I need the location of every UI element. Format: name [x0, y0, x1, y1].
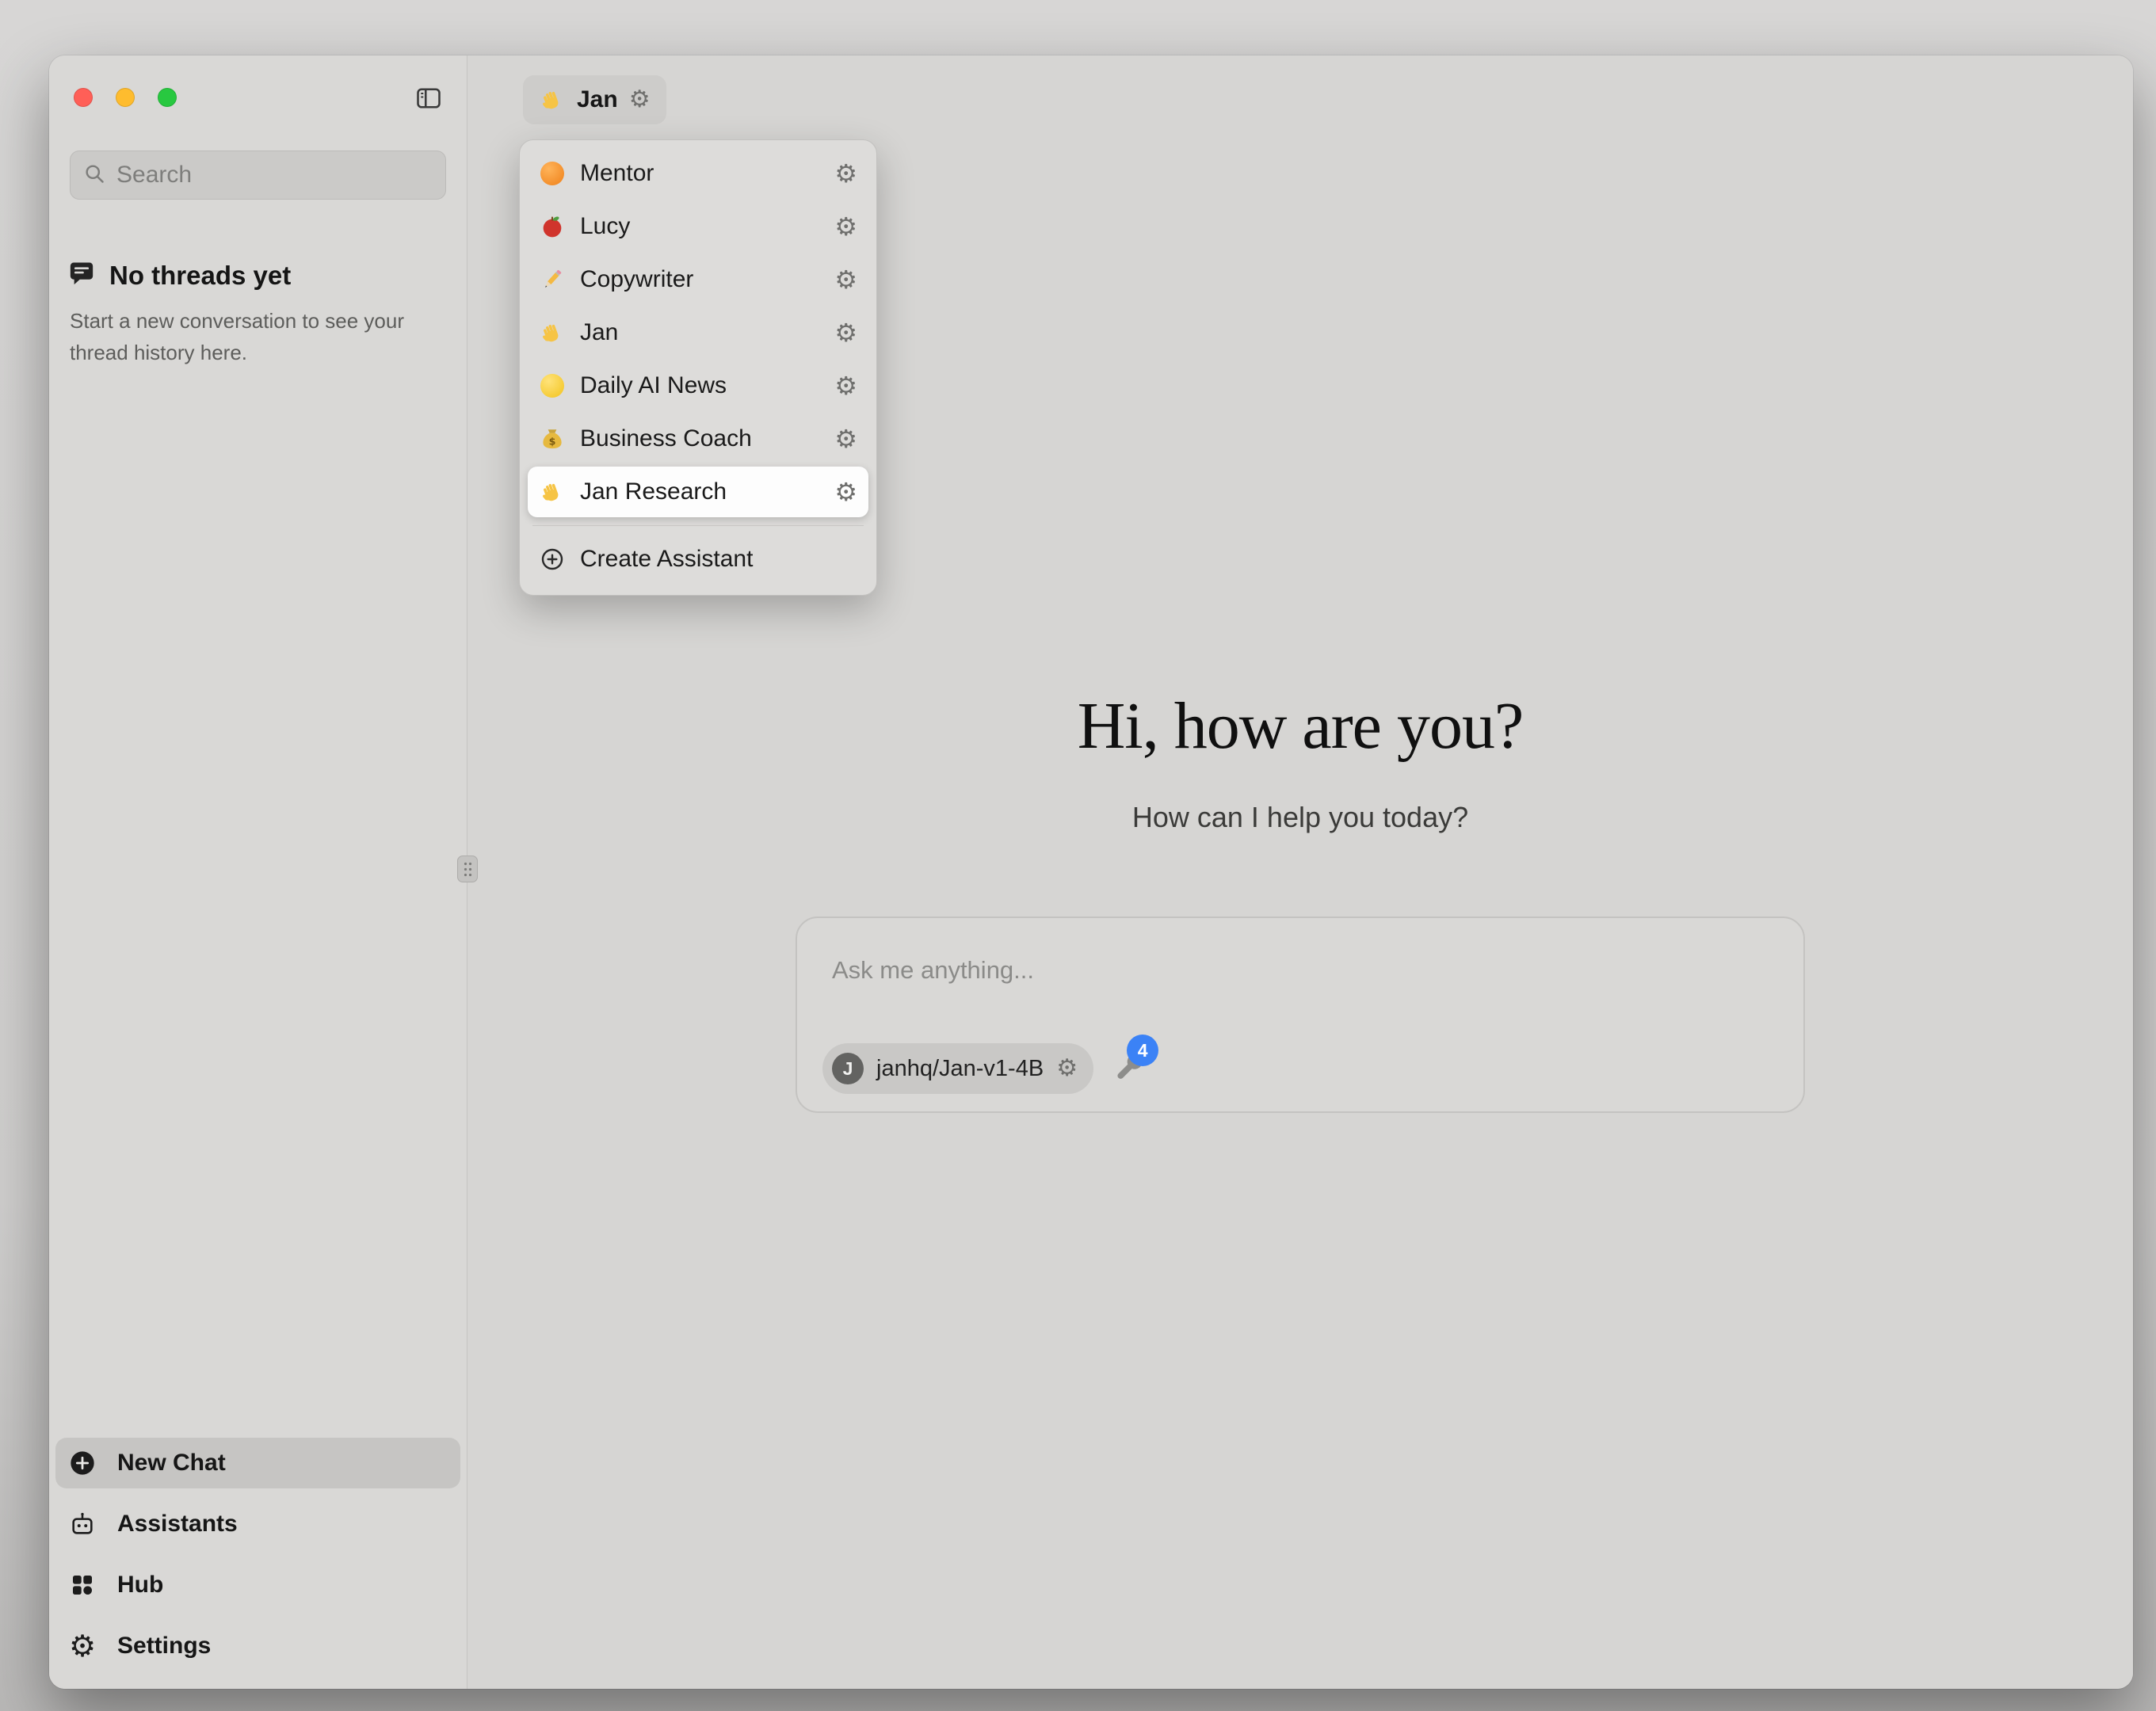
- model-name: janhq/Jan-v1-4B: [876, 1056, 1044, 1082]
- sidebar-item-label: Hub: [117, 1572, 163, 1599]
- sidebar-nav: New Chat Assistants: [49, 1438, 467, 1689]
- tools-count-badge: 4: [1127, 1035, 1158, 1066]
- menu-item-business-coach[interactable]: $ Business Coach ⚙: [528, 413, 868, 464]
- assistant-gear-icon[interactable]: ⚙: [834, 320, 857, 345]
- sidebar-item-hub[interactable]: Hub: [55, 1560, 460, 1610]
- close-window-button[interactable]: [74, 88, 93, 107]
- sidebar-toggle-button[interactable]: [411, 82, 446, 117]
- model-settings-gear-icon[interactable]: ⚙: [1056, 1057, 1078, 1080]
- minimize-window-button[interactable]: [116, 88, 135, 107]
- menu-item-label: Business Coach: [580, 425, 752, 452]
- sidebar-item-label: Assistants: [117, 1511, 238, 1538]
- menu-item-jan[interactable]: Jan ⚙: [528, 307, 868, 358]
- menu-item-label: Copywriter: [580, 266, 693, 293]
- yellow-circle-icon: [539, 372, 566, 399]
- tools-button[interactable]: 4: [1112, 1047, 1151, 1090]
- assistant-gear-icon[interactable]: ⚙: [834, 373, 857, 398]
- drag-dots-icon: [463, 861, 473, 878]
- greeting-title: Hi, how are you?: [467, 688, 2133, 764]
- assistant-gear-icon[interactable]: ⚙: [834, 479, 857, 505]
- svg-text:$: $: [549, 436, 556, 448]
- assistant-gear-icon[interactable]: ⚙: [834, 161, 857, 186]
- chat-main: Jan ⚙ Mentor ⚙ Lucy ⚙: [467, 55, 2133, 1689]
- menu-item-label: Mentor: [580, 160, 654, 187]
- sidebar: No threads yet Start a new conversation …: [49, 55, 467, 1689]
- sidebar-item-label: New Chat: [117, 1450, 226, 1477]
- sidebar-toggle-icon: [414, 84, 443, 116]
- menu-item-lucy[interactable]: Lucy ⚙: [528, 201, 868, 252]
- composer[interactable]: Ask me anything... J janhq/Jan-v1-4B ⚙ 4: [796, 916, 1805, 1113]
- sidebar-item-settings[interactable]: ⚙ Settings: [55, 1621, 460, 1671]
- menu-item-create-assistant[interactable]: Create Assistant: [528, 534, 868, 585]
- zoom-window-button[interactable]: [158, 88, 177, 107]
- money-bag-icon: $: [539, 425, 566, 452]
- menu-item-label: Lucy: [580, 213, 630, 240]
- threads-empty-title: No threads yet: [109, 261, 291, 291]
- assistant-gear-icon[interactable]: ⚙: [834, 267, 857, 292]
- menu-item-label: Jan: [580, 319, 618, 346]
- assistants-icon: [68, 1510, 97, 1538]
- apple-icon: [539, 213, 566, 240]
- model-avatar: J: [832, 1053, 864, 1084]
- active-assistant-name: Jan: [577, 86, 618, 113]
- menu-item-label: Create Assistant: [580, 546, 753, 573]
- menu-item-label: Jan Research: [580, 478, 727, 505]
- app-window: No threads yet Start a new conversation …: [49, 55, 2133, 1689]
- assistant-selector-button[interactable]: Jan ⚙: [523, 75, 666, 124]
- menu-item-daily-ai-news[interactable]: Daily AI News ⚙: [528, 360, 868, 411]
- menu-item-label: Daily AI News: [580, 372, 727, 399]
- assistant-gear-icon[interactable]: ⚙: [834, 214, 857, 239]
- hub-icon: [68, 1571, 97, 1599]
- assistant-gear-icon[interactable]: ⚙: [834, 426, 857, 452]
- search-field: [70, 151, 446, 200]
- menu-item-mentor[interactable]: Mentor ⚙: [528, 148, 868, 199]
- assistant-settings-gear-icon[interactable]: ⚙: [629, 88, 651, 112]
- search-icon: [83, 162, 105, 189]
- orange-circle-icon: [539, 160, 566, 187]
- greeting-subtitle: How can I help you today?: [467, 801, 2133, 834]
- waving-hand-icon: [539, 478, 566, 505]
- sidebar-item-assistants[interactable]: Assistants: [55, 1499, 460, 1549]
- threads-empty-state: No threads yet Start a new conversation …: [68, 260, 446, 369]
- composer-input[interactable]: Ask me anything...: [832, 956, 1034, 985]
- waving-hand-icon: [539, 319, 566, 346]
- plus-circle-outline-icon: [539, 546, 566, 573]
- menu-item-copywriter[interactable]: Copywriter ⚙: [528, 254, 868, 305]
- sidebar-item-new-chat[interactable]: New Chat: [55, 1438, 460, 1488]
- traffic-lights: [74, 88, 177, 107]
- search-input[interactable]: [116, 162, 433, 189]
- assistant-menu: Mentor ⚙ Lucy ⚙: [519, 139, 877, 596]
- plus-circle-icon: [68, 1449, 97, 1477]
- menu-item-jan-research[interactable]: Jan Research ⚙: [528, 467, 868, 517]
- welcome-hero: Hi, how are you? How can I help you toda…: [467, 688, 2133, 834]
- sidebar-item-label: Settings: [117, 1633, 211, 1660]
- threads-empty-subtitle: Start a new conversation to see your thr…: [70, 305, 409, 369]
- pencil-icon: [539, 266, 566, 293]
- settings-gear-icon: ⚙: [68, 1632, 97, 1660]
- model-selector-button[interactable]: J janhq/Jan-v1-4B ⚙: [822, 1043, 1093, 1094]
- waving-hand-icon: [539, 86, 566, 113]
- menu-divider: [532, 525, 864, 526]
- chat-bubble-icon: [68, 260, 95, 291]
- sidebar-resize-handle[interactable]: [457, 856, 478, 882]
- composer-toolbar: J janhq/Jan-v1-4B ⚙ 4: [822, 1043, 1151, 1094]
